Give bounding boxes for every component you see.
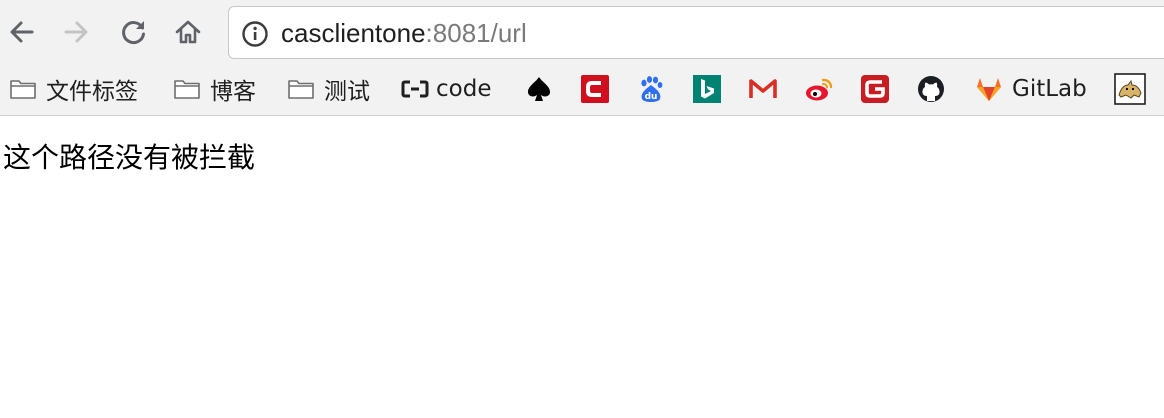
folder-icon bbox=[288, 80, 314, 99]
browser-window: casclientone:8081/url 文件标签 博客 测试 code du… bbox=[0, 0, 1164, 418]
home-icon bbox=[175, 20, 201, 44]
baidu-icon: du bbox=[641, 76, 663, 102]
forward-arrow-icon bbox=[64, 21, 88, 43]
tomcat-icon bbox=[1114, 73, 1146, 105]
reload-icon bbox=[122, 21, 145, 44]
svg-text:du: du bbox=[645, 92, 658, 102]
bookmark-label: GitLab bbox=[1012, 76, 1087, 102]
folder-icon bbox=[10, 80, 36, 99]
csdn-icon bbox=[581, 75, 609, 103]
address-bar[interactable]: casclientone:8081/url bbox=[228, 6, 1164, 59]
reload-button[interactable] bbox=[116, 14, 152, 50]
gitee-icon bbox=[861, 75, 889, 103]
page-message: 这个路径没有被拦截 bbox=[3, 141, 256, 174]
back-button[interactable] bbox=[4, 14, 40, 50]
url-host: casclientone bbox=[281, 18, 426, 48]
page-content: 这个路径没有被拦截 bbox=[0, 117, 1164, 418]
bookmark-folder-wenjianbiaoqian[interactable]: 文件标签 bbox=[8, 72, 138, 106]
bookmark-csdn[interactable] bbox=[580, 72, 610, 106]
info-icon[interactable] bbox=[241, 20, 269, 48]
forward-button[interactable] bbox=[58, 14, 94, 50]
bookmark-code[interactable]: code bbox=[400, 72, 491, 106]
url-text[interactable]: casclientone:8081/url bbox=[281, 18, 527, 48]
gitlab-icon bbox=[977, 78, 1001, 101]
gmail-icon bbox=[749, 79, 777, 98]
bookmark-gmail[interactable] bbox=[748, 72, 778, 106]
bookmark-label: 文件标签 bbox=[46, 79, 138, 105]
bookmark-weibo[interactable] bbox=[804, 72, 834, 106]
bookmark-gitlab[interactable]: GitLab bbox=[974, 72, 1087, 106]
spade-icon bbox=[528, 77, 550, 101]
bing-icon bbox=[693, 75, 721, 103]
bookmark-baidu[interactable]: du bbox=[636, 72, 666, 106]
bookmark-label: 测试 bbox=[324, 79, 370, 105]
bookmark-bing[interactable] bbox=[692, 72, 722, 106]
home-button[interactable] bbox=[170, 14, 206, 50]
bookmark-gitee[interactable] bbox=[860, 72, 890, 106]
bookmark-folder-boke[interactable]: 博客 bbox=[172, 72, 256, 106]
bookmark-folder-ceshi[interactable]: 测试 bbox=[286, 72, 370, 106]
bookmark-github[interactable] bbox=[916, 72, 946, 106]
browser-toolbar: casclientone:8081/url bbox=[0, 0, 1164, 64]
folder-icon bbox=[174, 80, 200, 99]
url-port-path: :8081/url bbox=[425, 18, 527, 48]
bookmark-spade[interactable] bbox=[524, 72, 554, 106]
bookmark-label: code bbox=[436, 76, 492, 102]
back-arrow-icon bbox=[10, 21, 34, 43]
weibo-icon bbox=[806, 78, 833, 101]
bookmark-label: 博客 bbox=[210, 79, 256, 105]
bookmark-tomcat[interactable] bbox=[1114, 72, 1146, 106]
alicloud-code-icon bbox=[401, 80, 429, 98]
github-icon bbox=[918, 76, 944, 102]
bookmarks-bar: 文件标签 博客 测试 code du GitLab bbox=[0, 64, 1164, 116]
